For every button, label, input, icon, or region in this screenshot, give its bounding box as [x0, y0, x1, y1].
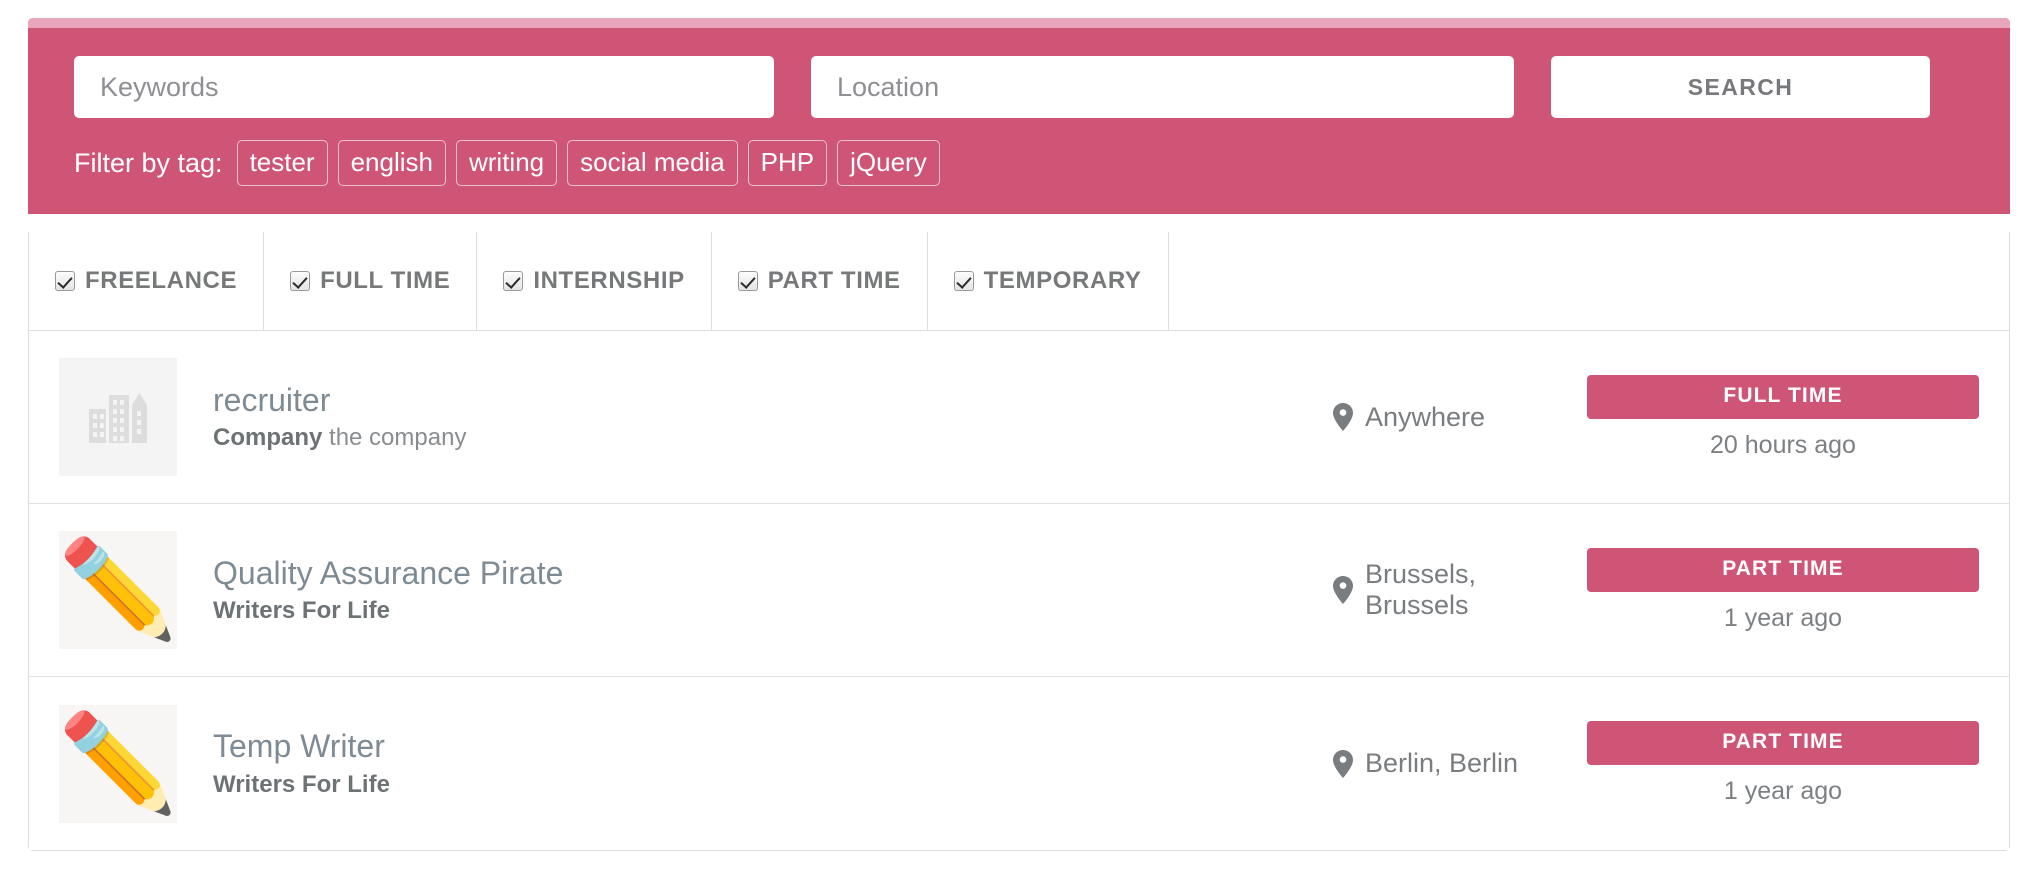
company-logo-placeholder	[59, 358, 177, 476]
job-company: Writers For Life	[213, 771, 1333, 799]
job-type-label: PART TIME	[767, 267, 901, 294]
map-pin-icon	[1333, 403, 1353, 431]
job-type-tabs-filler	[1169, 232, 2009, 330]
job-posted-date: 1 year ago	[1723, 603, 1843, 632]
header-accent-strip	[28, 18, 2010, 28]
job-list-item[interactable]: recruiter Company the company Anywhere F…	[29, 331, 2009, 504]
job-type-label: TEMPORARY	[983, 267, 1142, 294]
job-location-text: Brussels, Brussels	[1365, 559, 1477, 620]
job-info: recruiter Company the company	[213, 382, 1333, 453]
job-meta: PART TIME 1 year ago	[1587, 721, 1979, 806]
job-type-tab-temporary[interactable]: TEMPORARY	[928, 232, 1169, 330]
tag-chip-jquery[interactable]: jQuery	[837, 140, 940, 186]
filter-by-tag-label: Filter by tag:	[74, 147, 223, 178]
building-icon	[89, 393, 147, 443]
search-header: SEARCH Filter by tag: tester english wri…	[28, 18, 2010, 214]
job-posted-date: 20 hours ago	[1710, 430, 1856, 459]
job-type-badge: PART TIME	[1587, 721, 1979, 765]
company-logo: ✏️	[59, 531, 177, 649]
job-company: Writers For Life	[213, 597, 1333, 625]
tag-chip-writing[interactable]: writing	[456, 140, 558, 186]
tag-filter-row: Filter by tag: tester english writing so…	[74, 140, 1964, 186]
checkbox-checked-icon[interactable]	[290, 271, 311, 291]
job-board-page: SEARCH Filter by tag: tester english wri…	[0, 0, 2038, 876]
job-company-name: Writers For Life	[213, 770, 390, 798]
job-type-badge: FULL TIME	[1587, 374, 1979, 419]
job-location: Anywhere	[1333, 402, 1587, 433]
job-location: Brussels, Brussels	[1333, 559, 1587, 621]
pencil-icon: ✏️	[59, 709, 177, 817]
job-posted-date: 1 year ago	[1723, 777, 1843, 805]
job-meta: FULL TIME 20 hours ago	[1587, 374, 1979, 460]
job-company-prefix: Company	[213, 424, 323, 452]
job-location: Berlin, Berlin	[1333, 748, 1587, 779]
tag-chip-php[interactable]: PHP	[747, 140, 828, 186]
job-type-label: INTERNSHIP	[533, 267, 685, 294]
job-location-text: Anywhere	[1365, 401, 1486, 432]
job-type-tab-internship[interactable]: INTERNSHIP	[477, 232, 712, 330]
job-info: Temp Writer Writers For Life	[213, 728, 1333, 799]
job-type-label: FULL TIME	[320, 267, 451, 294]
job-company-name: the company	[322, 424, 467, 452]
job-type-tab-full-time[interactable]: FULL TIME	[264, 232, 478, 330]
job-type-badge: PART TIME	[1587, 547, 1979, 592]
job-company: Company the company	[213, 424, 1333, 452]
job-location-text: Berlin, Berlin	[1365, 748, 1519, 778]
job-list-item[interactable]: ✏️ Quality Assurance Pirate Writers For …	[29, 504, 2009, 677]
job-company-name: Writers For Life	[213, 597, 390, 625]
job-meta: PART TIME 1 year ago	[1587, 547, 1979, 633]
checkbox-checked-icon[interactable]	[737, 271, 758, 291]
job-info: Quality Assurance Pirate Writers For Lif…	[213, 555, 1333, 626]
search-form: SEARCH	[74, 56, 1964, 118]
job-type-tab-freelance[interactable]: FREELANCE	[29, 232, 265, 330]
checkbox-checked-icon[interactable]	[953, 271, 974, 291]
job-title: Temp Writer	[213, 728, 385, 765]
job-results-card: FREELANCE FULL TIME INTERNSHIP PART TIME…	[28, 232, 2010, 851]
pencil-icon: ✏️	[59, 536, 177, 643]
search-button[interactable]: SEARCH	[1551, 56, 1930, 118]
checkbox-checked-icon[interactable]	[55, 271, 75, 291]
company-logo: ✏️	[59, 704, 177, 823]
job-list-item[interactable]: ✏️ Temp Writer Writers For Life Berlin, …	[29, 677, 2009, 850]
map-pin-icon	[1333, 749, 1353, 778]
tag-chip-english[interactable]: english	[337, 140, 446, 186]
job-type-filter-tabs: FREELANCE FULL TIME INTERNSHIP PART TIME…	[29, 232, 2009, 331]
job-title: Quality Assurance Pirate	[213, 554, 564, 591]
job-type-tab-part-time[interactable]: PART TIME	[712, 232, 928, 330]
job-title: recruiter	[213, 381, 331, 418]
job-type-label: FREELANCE	[85, 267, 238, 294]
keywords-input[interactable]	[74, 56, 774, 118]
checkbox-checked-icon[interactable]	[503, 271, 524, 291]
location-input[interactable]	[811, 56, 1514, 118]
tag-chip-tester[interactable]: tester	[236, 140, 328, 186]
tag-chip-social-media[interactable]: social media	[567, 140, 738, 186]
map-pin-icon	[1333, 576, 1353, 604]
